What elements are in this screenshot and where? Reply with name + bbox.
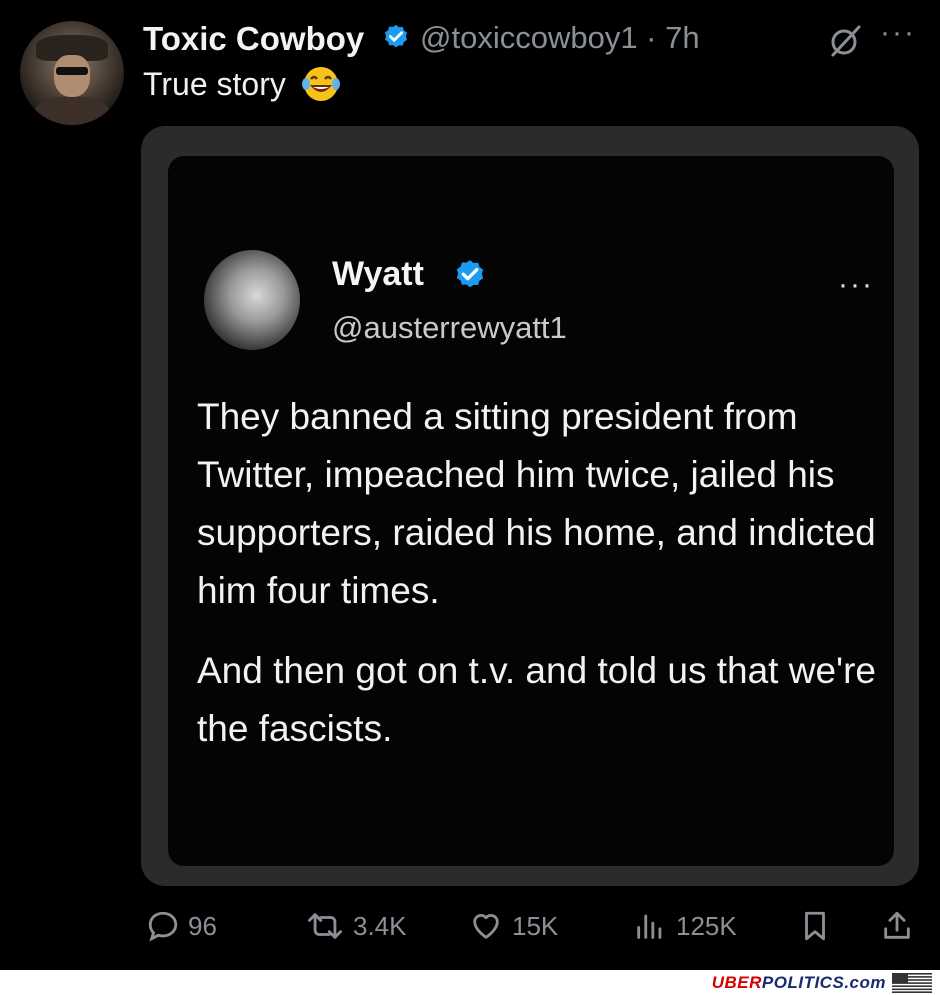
verified-badge-icon [385,24,407,48]
watermark-bar: UBERPOLITICS.com [0,970,940,995]
quoted-author-name: Wyatt [332,255,424,293]
action-bar: 96 3.4K 15K 125K [0,903,940,953]
reply-icon [148,911,178,942]
quoted-author-avatar [204,250,300,350]
reply-button[interactable]: 96 [146,903,217,949]
views-button[interactable]: 125K [632,903,737,949]
quoted-paragraph-2: And then got on t.v. and told us that we… [197,650,876,749]
quoted-paragraph-1: They banned a sitting president from Twi… [197,396,876,611]
quoted-more-icon: ··· [838,268,874,301]
heart-icon [473,914,499,939]
author-handle-time[interactable]: @toxiccowboy1 · 7h [420,20,700,56]
laughing-tears-emoji-icon [301,66,340,101]
repost-icon [308,913,343,939]
us-flag-icon [892,973,932,993]
like-button[interactable]: 15K [468,903,558,949]
uberpolitics-logo: UBERPOLITICS.com [711,973,886,992]
more-options-icon[interactable]: ··· [880,16,916,50]
quoted-author-handle: @austerrewyatt1 [332,310,567,345]
author-name[interactable]: Toxic Cowboy [143,20,364,58]
share-icon [884,911,910,939]
repost-button[interactable]: 3.4K [305,903,407,949]
bookmark-icon [805,911,825,941]
tweet-text: True story [143,66,341,104]
quoted-verified-badge-icon [456,260,484,288]
author-avatar[interactable] [20,21,124,125]
grok-icon[interactable] [828,24,862,58]
bookmark-button[interactable] [798,903,840,949]
views-chart-icon [637,914,662,939]
share-button[interactable] [880,903,922,949]
quoted-tweet-text: They banned a sitting president from Twi… [197,388,887,780]
